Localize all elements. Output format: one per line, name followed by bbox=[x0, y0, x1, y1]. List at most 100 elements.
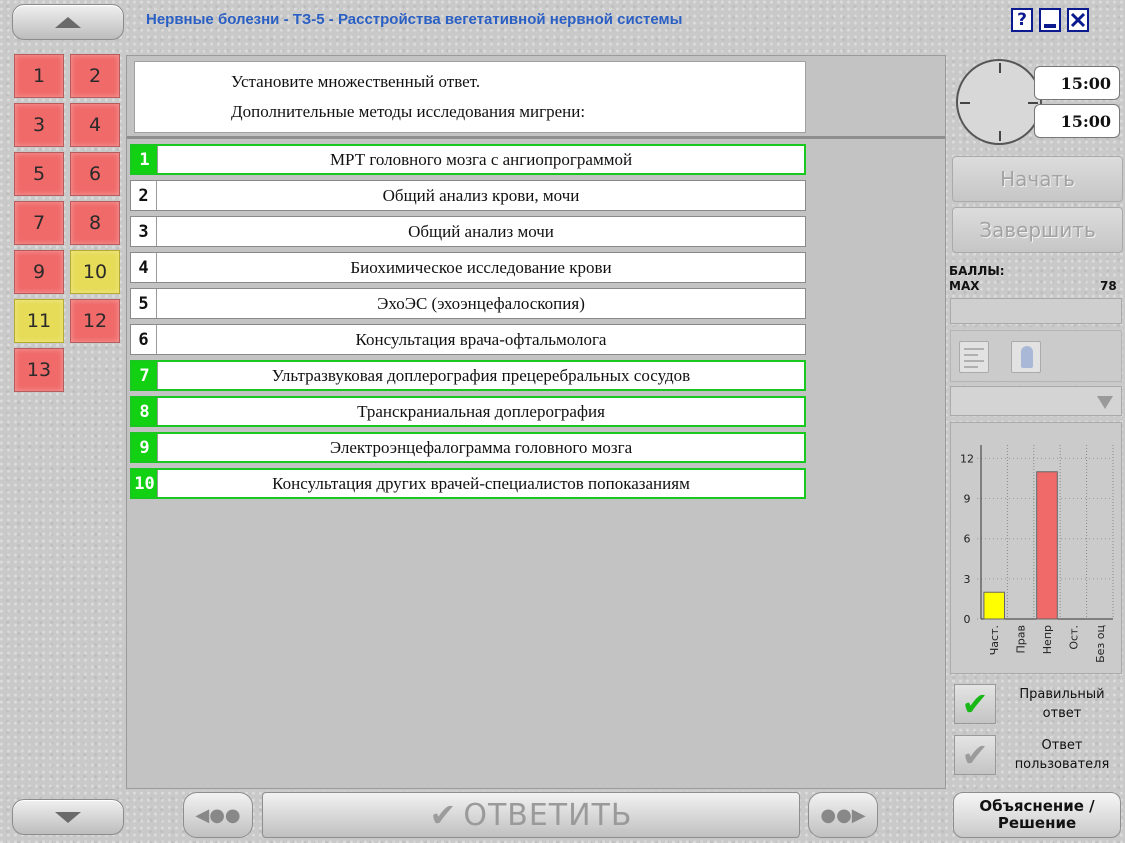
answer-text: Консультация других врачей-специалистов … bbox=[272, 473, 690, 493]
question-prompt: Дополнительные методы исследования мигре… bbox=[231, 102, 586, 121]
answer-text: Общий анализ мочи bbox=[408, 221, 554, 241]
answer-number: 10 bbox=[132, 470, 158, 497]
view-dropdown[interactable] bbox=[950, 386, 1122, 416]
answer-option-2[interactable]: 2 Общий анализ крови, мочи bbox=[130, 180, 806, 211]
question-button-3[interactable]: 3 bbox=[14, 103, 64, 147]
previous-question-button[interactable]: ◀●● bbox=[183, 792, 253, 838]
submit-answer-button[interactable]: ✔ ОТВЕТИТЬ bbox=[262, 792, 800, 838]
question-button-10[interactable]: 10 bbox=[70, 250, 120, 294]
timer-panel: 15:00 15:00 bbox=[948, 55, 1125, 147]
submit-answer-label: ОТВЕТИТЬ bbox=[463, 797, 633, 833]
question-button-6[interactable]: 6 bbox=[70, 152, 120, 196]
question-button-4[interactable]: 4 bbox=[70, 103, 120, 147]
arrow-up-icon bbox=[55, 16, 81, 28]
question-button-2[interactable]: 2 bbox=[70, 54, 120, 98]
legend-user-line1: Ответ bbox=[1041, 738, 1083, 753]
next-question-button[interactable]: ●●▶ bbox=[808, 792, 878, 838]
answer-text: ЭхоЭС (эхоэнцефалоскопия) bbox=[377, 293, 585, 313]
tools-panel bbox=[950, 330, 1122, 382]
answer-option-8[interactable]: 8 Транскраниальная доплерография bbox=[130, 396, 806, 427]
question-button-9[interactable]: 9 bbox=[14, 250, 64, 294]
minimize-button[interactable] bbox=[1039, 8, 1061, 32]
checkmark-icon: ✔ bbox=[429, 796, 458, 834]
answer-number: 8 bbox=[132, 398, 158, 425]
clock-icon bbox=[956, 59, 1042, 145]
minimize-icon bbox=[1044, 24, 1056, 28]
answer-number: 6 bbox=[131, 325, 157, 354]
question-button-8[interactable]: 8 bbox=[70, 201, 120, 245]
answer-option-10[interactable]: 10 Консультация других врачей-специалисто… bbox=[130, 468, 806, 499]
question-instruction: Установите множественный ответ. bbox=[231, 72, 481, 91]
answer-option-9[interactable]: 9 Электроэнцефалограмма головного мозга bbox=[130, 432, 806, 463]
chart-y-tick-label: 6 bbox=[964, 533, 971, 546]
answer-text: Биохимическое исследование крови bbox=[350, 257, 612, 277]
question-panel: Установите множественный ответ. Дополнит… bbox=[126, 55, 946, 789]
question-button-5[interactable]: 5 bbox=[14, 152, 64, 196]
explanation-label-line2: Решение bbox=[997, 814, 1077, 832]
answer-option-5[interactable]: 5 ЭхоЭС (эхоэнцефалоскопия) bbox=[130, 288, 806, 319]
user-check-icon: ✔ bbox=[954, 735, 996, 775]
answer-option-7[interactable]: 7 Ультразвуковая доплерография прецеребра… bbox=[130, 360, 806, 391]
help-icon: ? bbox=[1017, 9, 1027, 30]
chart-bar-3 bbox=[1036, 471, 1058, 620]
legend-correct-line2: ответ bbox=[1042, 705, 1082, 721]
legend-correct-answer[interactable]: ✔ Правильный ответ bbox=[950, 682, 1122, 726]
time-total: 15:00 bbox=[1034, 66, 1120, 100]
window-title: Нервные болезни - ТЗ-5 - Расстройства ве… bbox=[146, 11, 683, 28]
explanation-label-line1: Объяснение / bbox=[979, 796, 1095, 815]
answer-text: Консультация врача-офтальмолога bbox=[355, 329, 607, 349]
question-button-1[interactable]: 1 bbox=[14, 54, 64, 98]
document-info-icon[interactable] bbox=[1011, 341, 1041, 373]
results-chart: 0 3 6 9 12 Част. Прав Непр Ост. Без оц bbox=[950, 422, 1122, 674]
legend-user-answer[interactable]: ✔ Ответ пользователя bbox=[950, 733, 1122, 777]
score-field bbox=[950, 298, 1122, 324]
chart-x-tick-label: Ост. bbox=[1067, 625, 1080, 650]
document-list-icon[interactable] bbox=[959, 341, 989, 373]
chart-y-tick-label: 9 bbox=[964, 493, 971, 506]
chart-y-tick-label: 12 bbox=[960, 452, 974, 465]
answer-text: Общий анализ крови, мочи bbox=[382, 185, 580, 205]
finish-button[interactable]: Завершить bbox=[952, 207, 1123, 253]
answer-number: 9 bbox=[132, 434, 158, 461]
results-chart-svg: 0 3 6 9 12 Част. Прав Непр Ост. Без оц bbox=[960, 445, 1114, 663]
arrow-right-icon: ●●▶ bbox=[820, 804, 866, 826]
answer-number: 1 bbox=[132, 146, 158, 173]
chevron-down-icon bbox=[1097, 396, 1113, 409]
title-bar: Нервные болезни - ТЗ-5 - Расстройства ве… bbox=[130, 0, 1125, 42]
answer-option-4[interactable]: 4 Биохимическое исследование крови bbox=[130, 252, 806, 283]
chart-x-tick-label: Непр bbox=[1041, 625, 1054, 654]
answer-number: 7 bbox=[132, 362, 158, 389]
explanation-button[interactable]: Объяснение / Решение bbox=[953, 792, 1121, 838]
question-button-7[interactable]: 7 bbox=[14, 201, 64, 245]
scroll-down-button[interactable] bbox=[12, 799, 124, 835]
arrow-down-icon bbox=[55, 811, 81, 823]
chart-x-tick-label: Без оц bbox=[1094, 625, 1107, 663]
correct-check-icon: ✔ bbox=[954, 684, 996, 724]
score-label: БАЛЛЫ: bbox=[949, 264, 1005, 278]
question-button-11[interactable]: 11 bbox=[14, 299, 64, 343]
legend-user-line2: пользователя bbox=[1014, 756, 1110, 772]
chart-bar-1 bbox=[983, 591, 1005, 620]
answer-option-6[interactable]: 6 Консультация врача-офтальмолога bbox=[130, 324, 806, 355]
answer-text: МРТ головного мозга с ангиопрограммой bbox=[329, 149, 633, 169]
arrow-left-icon: ◀●● bbox=[195, 804, 241, 826]
question-button-13[interactable]: 13 bbox=[14, 348, 64, 392]
answer-text: Электроэнцефалограмма головного мозга bbox=[329, 437, 633, 457]
close-button[interactable] bbox=[1067, 8, 1089, 32]
max-score-label: MAX bbox=[949, 279, 980, 293]
answer-number: 4 bbox=[131, 253, 157, 282]
answer-text: Транскраниальная доплерография bbox=[357, 401, 605, 421]
answer-option-1[interactable]: 1 МРТ головного мозга с ангиопрограммой bbox=[130, 144, 806, 175]
max-score-value: 78 bbox=[1100, 279, 1117, 293]
question-text-box: Установите множественный ответ. Дополнит… bbox=[134, 61, 806, 133]
chart-x-tick-label: Прав bbox=[1015, 625, 1028, 653]
help-button[interactable]: ? bbox=[1011, 8, 1033, 32]
legend-correct-line1: Правильный bbox=[1019, 687, 1105, 702]
question-divider bbox=[127, 136, 945, 139]
scroll-up-button[interactable] bbox=[12, 4, 124, 40]
start-button[interactable]: Начать bbox=[952, 156, 1123, 202]
answer-number: 3 bbox=[131, 217, 157, 246]
chart-y-tick-label: 0 bbox=[964, 613, 971, 626]
question-button-12[interactable]: 12 bbox=[70, 299, 120, 343]
answer-option-3[interactable]: 3 Общий анализ мочи bbox=[130, 216, 806, 247]
